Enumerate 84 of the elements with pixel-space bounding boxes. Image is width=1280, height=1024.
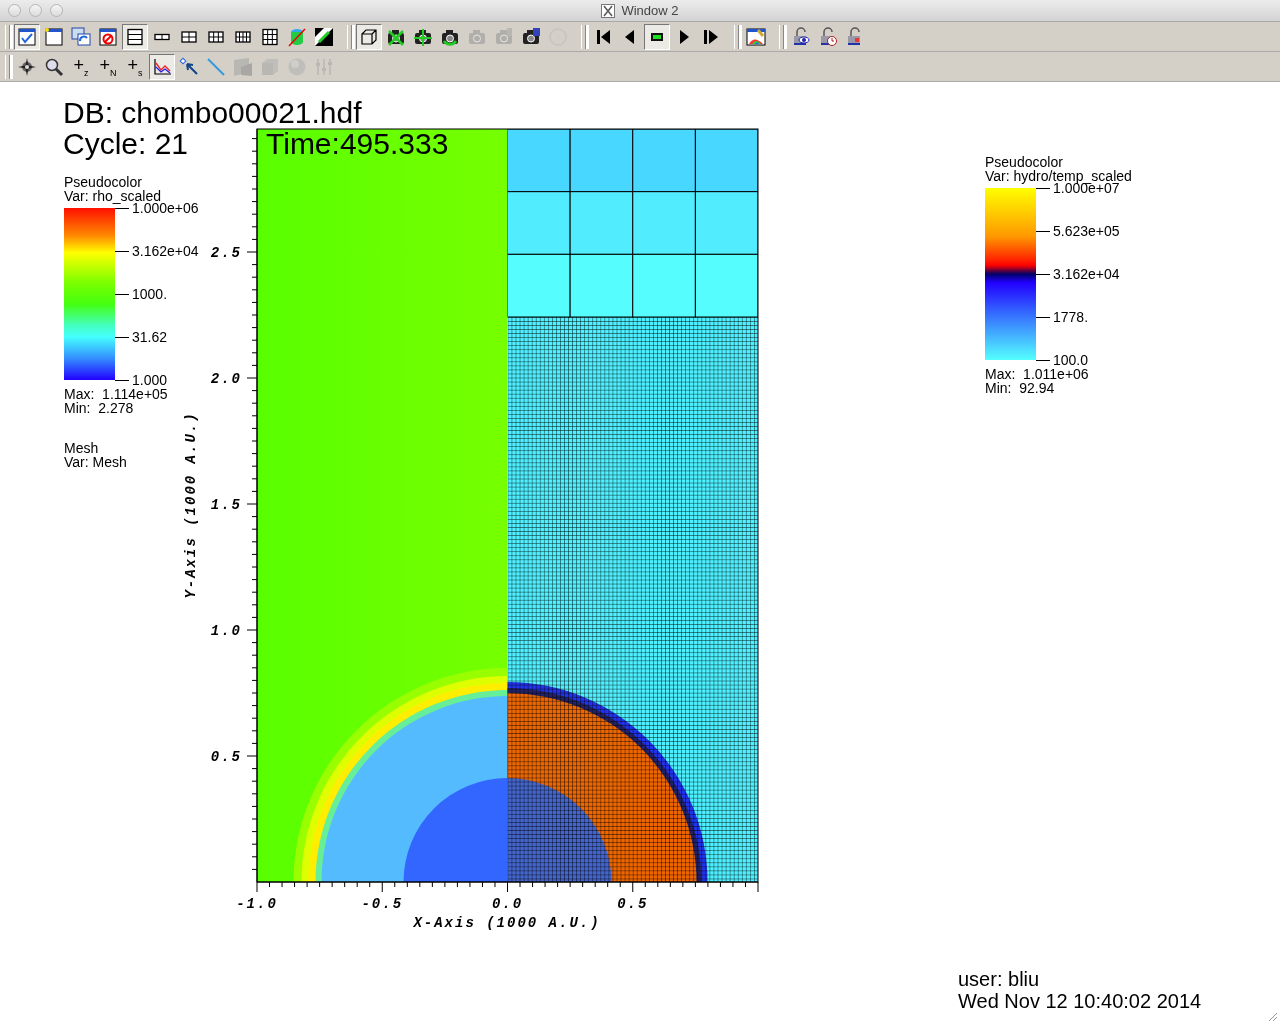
tick-label: 0.0 (491, 896, 524, 912)
tick-mark (115, 250, 129, 252)
toolbar-button[interactable] (122, 23, 148, 50)
tick-mark (1036, 230, 1050, 232)
tick-mark (115, 207, 129, 209)
toolbar-button[interactable] (14, 23, 40, 50)
add-point-button[interactable]: +$_{z}$ (68, 53, 94, 80)
variable-label: Var: Mesh (64, 455, 127, 469)
legend-title: Pseudocolor (985, 155, 1064, 169)
resize-grip-icon[interactable] (1266, 1010, 1278, 1022)
camera-icon (494, 26, 514, 47)
padlock-icon (818, 26, 838, 47)
color-palette-icon (746, 26, 766, 47)
x-logo-icon (601, 3, 616, 18)
toolbar-button[interactable] (149, 53, 175, 80)
toolbar-button[interactable] (356, 23, 382, 50)
toolbar-handle[interactable] (581, 24, 586, 49)
tick-label: 100.0 (1053, 353, 1089, 367)
window-title: Window 2 (621, 3, 679, 18)
tick-label: 1.000 (132, 373, 168, 387)
line-icon (206, 56, 226, 77)
box-icon (260, 56, 280, 77)
tick-label: 1778. (1053, 310, 1089, 324)
date-label: Wed Nov 12 10:40:02 2014 (958, 990, 1202, 1012)
tick-label: 1000. (132, 287, 168, 301)
add-point-button[interactable]: +$_{s}$ (122, 53, 148, 80)
camera-icon (413, 26, 433, 47)
tick-mark (1036, 187, 1050, 189)
tick-mark (1036, 273, 1050, 275)
tick-label: 1.0 (210, 623, 242, 639)
camera-icon (521, 26, 541, 47)
new-window-icon (44, 26, 64, 47)
tick-label: 1.5 (210, 497, 242, 513)
crossed-cylinder-icon (287, 26, 307, 47)
axis-title: X-Axis (1000 A.U.) (413, 915, 601, 931)
toolbar-handle[interactable] (779, 24, 784, 49)
tick-label: 5.623e+05 (1053, 224, 1120, 238)
split-square-icon (314, 26, 334, 47)
toolbar-handle[interactable] (5, 24, 10, 49)
plane-icon (233, 56, 253, 77)
pointer-icon (179, 56, 199, 77)
variable-label: Var: hydro/temp_scaled (985, 169, 1133, 183)
time-label: Time:495.333 (266, 128, 449, 159)
tick-mark (1036, 359, 1050, 361)
user-label: user: bliu (958, 968, 1041, 990)
layout-icon (125, 26, 145, 47)
legend-title: Mesh (64, 441, 100, 455)
tick-mark (115, 379, 129, 381)
tick-mark (115, 293, 129, 295)
magnifier-icon (44, 56, 64, 77)
sliders-icon (314, 56, 334, 77)
cycle-label: Cycle: 21 (63, 128, 189, 159)
tick-label: -1.0 (236, 896, 278, 912)
min-label: Min: 2.278 (64, 401, 135, 415)
tick-mark (115, 336, 129, 338)
windows-icon (71, 26, 91, 47)
tick-label: -0.5 (361, 896, 404, 912)
tick-label: 3.162e+04 (1053, 267, 1120, 281)
tick-label: 3.162e+04 (132, 244, 199, 258)
axis-title: Y-Axis (1000 A.U.) (183, 411, 199, 599)
tick-label: 2.5 (210, 245, 242, 261)
line-chart-icon (152, 56, 172, 77)
toolbar-handle[interactable] (347, 24, 352, 49)
legend-title: Pseudocolor (64, 175, 143, 189)
toolbar-handle[interactable] (5, 54, 10, 79)
tick-label: 0.5 (617, 896, 649, 912)
checked-window-icon (17, 26, 37, 47)
padlock-icon (791, 26, 811, 47)
max-label: Max: 1.011e+06 (985, 367, 1090, 381)
tick-label: 1.000e+06 (132, 201, 199, 215)
add-point-button[interactable]: +$_{N}$ (95, 53, 121, 80)
toolbar-button[interactable] (644, 23, 670, 50)
tick-label: 0.5 (210, 749, 242, 765)
cube-icon (359, 26, 379, 47)
max-label: Max: 1.114e+05 (64, 387, 169, 401)
prohibited-window-icon (98, 26, 118, 47)
database-label: DB: chombo00021.hdf (63, 97, 362, 128)
layout-icon (260, 26, 280, 47)
tick-label: 31.62 (132, 330, 168, 344)
tick-mark (1036, 316, 1050, 318)
tick-label: 2.0 (210, 371, 242, 387)
min-label: Min: 92.94 (985, 381, 1056, 395)
toolbar-handle[interactable] (734, 24, 739, 49)
variable-label: Var: rho_scaled (64, 189, 161, 203)
